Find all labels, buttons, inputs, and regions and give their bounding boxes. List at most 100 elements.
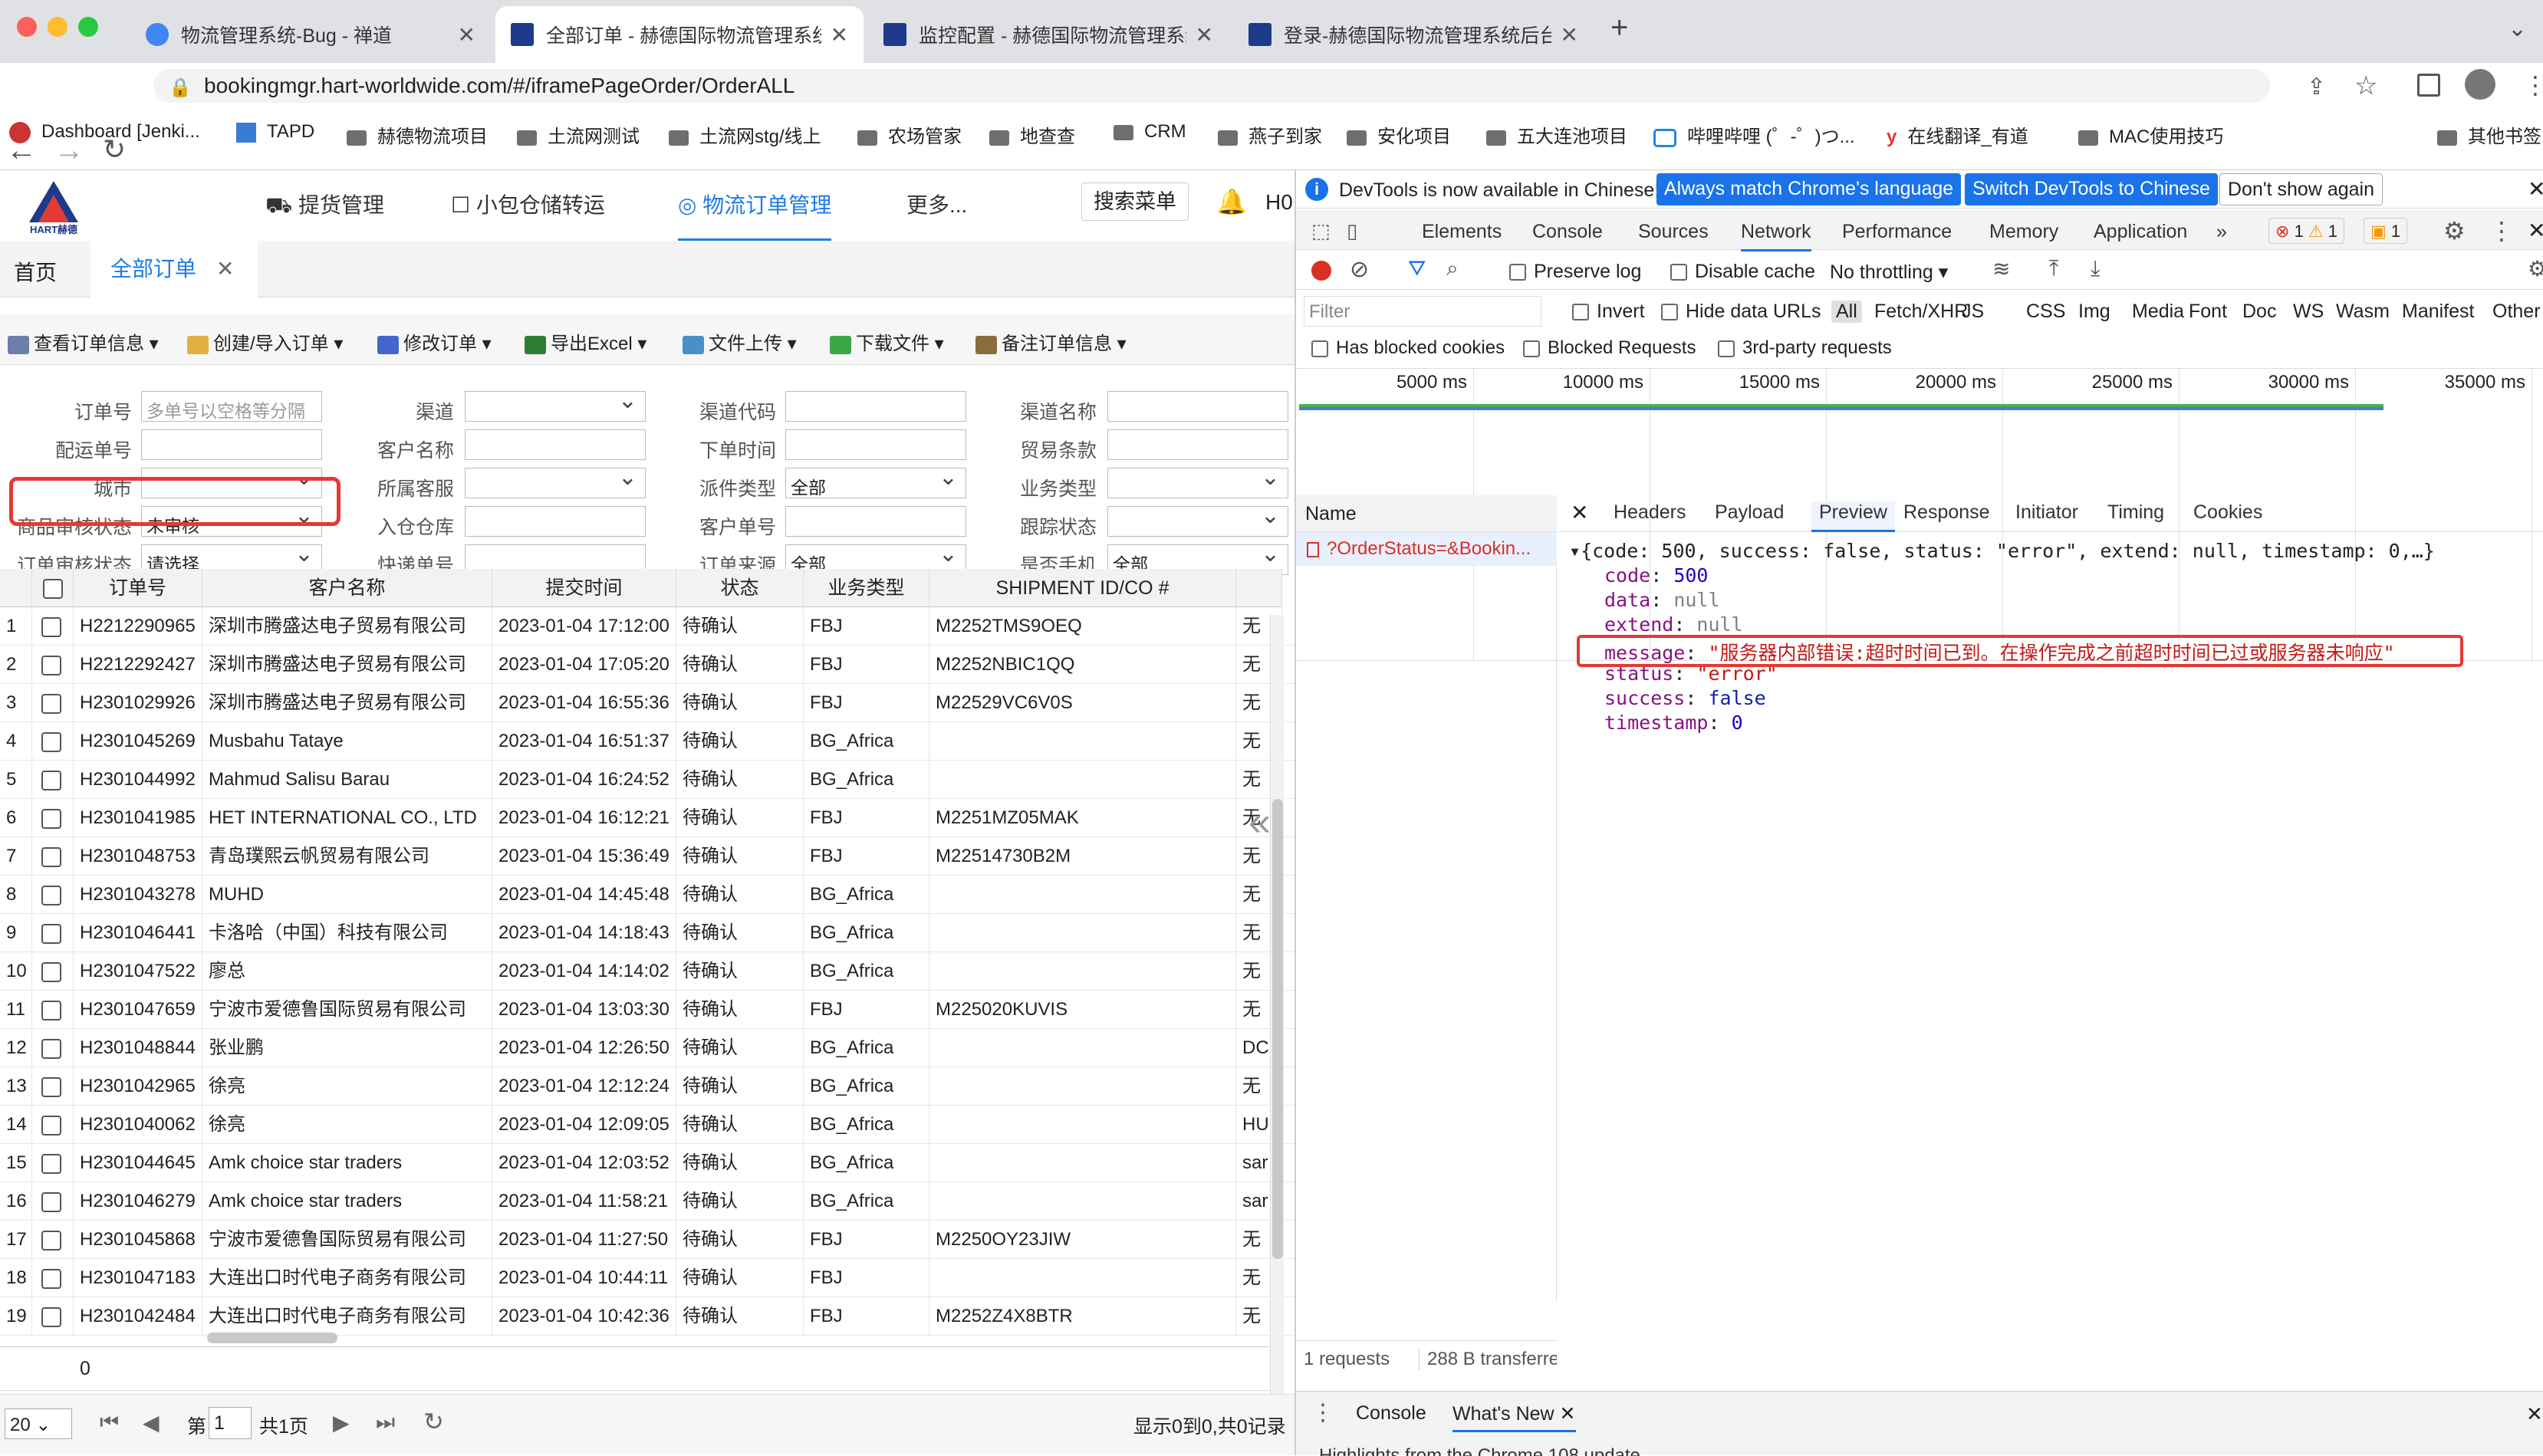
tab-performance[interactable]: Performance [1842, 221, 1952, 243]
bookmark-folder[interactable]: 燕子到家 [1218, 121, 1322, 148]
first-page-icon[interactable]: ⏮ [100, 1410, 119, 1435]
table-row[interactable]: 14 H2301040062 徐亮 2023-01-04 12:09:05 待确认 BG_… [0, 1106, 1295, 1144]
json-summary[interactable]: ▾{code: 500, success: false, status: "er… [1569, 540, 2435, 562]
drawer-tab-console[interactable]: Console [1356, 1402, 1426, 1425]
json-field-extend[interactable]: extend: null [1604, 613, 1743, 636]
bookmark-bilibili[interactable]: 哔哩哔哩 (゜-゜)つ... [1653, 121, 1855, 148]
bookmark-tapd[interactable]: TAPD [236, 121, 314, 143]
json-field-timestamp[interactable]: timestamp: 0 [1604, 712, 1743, 734]
filter-input[interactable] [1107, 506, 1288, 537]
tab-timing[interactable]: Timing [2107, 501, 2164, 524]
view-order-button[interactable]: 查看订单信息 ▾ [8, 328, 159, 355]
expand-triangle-icon[interactable]: ▾ [1569, 540, 1581, 562]
third-party-checkbox[interactable]: 3rd-party requests [1718, 337, 1892, 359]
tab-search-chevron-down-icon[interactable]: ⌄ [2508, 15, 2527, 42]
network-filter-input[interactable]: Filter [1304, 296, 1541, 327]
bookmark-folder[interactable]: 土流网测试 [517, 121, 640, 148]
clear-icon[interactable]: ⊘ [1350, 256, 1369, 283]
table-row[interactable]: 9 H2301046441 卡洛哈（中国）科技有限公司 2023-01-04 14:1… [0, 914, 1295, 952]
bookmark-folder[interactable]: CRM [1114, 121, 1186, 143]
network-conditions-icon[interactable]: ≋ [1992, 256, 2010, 281]
close-drawer-icon[interactable]: ✕ [2526, 1402, 2543, 1426]
settings-gear-icon[interactable]: ⚙ [2443, 216, 2466, 245]
profile-avatar-icon[interactable] [2465, 69, 2495, 100]
side-panel-icon[interactable] [2417, 74, 2440, 97]
filter-input[interactable] [1107, 468, 1288, 498]
checkbox[interactable] [41, 694, 61, 714]
refresh-icon[interactable]: ↻ [423, 1407, 444, 1436]
header-select-all[interactable] [32, 569, 74, 607]
filter-input[interactable]: 多单号以空格等分隔 [141, 391, 322, 422]
table-row[interactable]: 2 H2212292427 深圳市腾盛达电子贸易有限公司 2023-01-04 17:… [0, 646, 1295, 684]
bookmark-jenkins[interactable]: Dashboard [Jenki... [9, 121, 200, 143]
hide-data-urls-checkbox[interactable]: Hide data URLs [1661, 301, 1821, 323]
notification-bell-icon[interactable]: 🔔 [1216, 187, 1247, 216]
maximize-window-icon[interactable] [78, 17, 98, 37]
horizontal-scrollbar[interactable] [207, 1333, 337, 1343]
resource-type-2[interactable]: JS [1962, 301, 1984, 323]
tab-elements[interactable]: Elements [1422, 221, 1502, 243]
close-icon[interactable]: ✕ [2528, 176, 2543, 202]
page-size-select[interactable]: 20 ⌄ [5, 1408, 72, 1439]
checkbox[interactable] [1718, 340, 1735, 357]
table-row[interactable]: 15 H2301044645 Amk choice star traders 2023… [0, 1144, 1295, 1182]
next-page-icon[interactable]: ▶ [333, 1410, 350, 1435]
filter-input[interactable] [465, 429, 646, 460]
search-menu-button[interactable]: 搜索菜单 [1081, 182, 1189, 221]
json-field-code[interactable]: code: 500 [1604, 564, 1708, 587]
tab-headers[interactable]: Headers [1614, 501, 1686, 524]
name-column-header[interactable]: Name [1296, 495, 1557, 532]
drawer-tab-whats-new[interactable]: What's New ✕ [1452, 1402, 1576, 1432]
column-header[interactable]: 提交时间 [492, 569, 676, 607]
filter-input[interactable] [1107, 429, 1288, 460]
browser-tab[interactable]: 物流管理系统-Bug - 禅道 ✕ [130, 6, 491, 63]
user-name[interactable]: H0 [1265, 190, 1293, 215]
table-row[interactable]: 11 H2301047659 宁波市爱德鲁国际贸易有限公司 2023-01-04 13… [0, 991, 1295, 1029]
checkbox[interactable] [41, 1001, 61, 1021]
table-row[interactable]: 8 H2301043278 MUHD 2023-01-04 14:45:48 待确认 BG… [0, 876, 1295, 914]
filter-input[interactable]: 全部 [785, 468, 966, 498]
checkbox[interactable] [1523, 340, 1540, 357]
preserve-log-checkbox[interactable]: Preserve log [1509, 261, 1641, 283]
table-row[interactable]: 16 H2301046279 Amk choice star traders 2023… [0, 1182, 1295, 1221]
inspect-element-icon[interactable]: ⬚ [1311, 219, 1331, 243]
resource-type-9[interactable]: Wasm [2336, 301, 2390, 323]
search-icon[interactable]: ⌕ [1446, 256, 1459, 281]
checkbox[interactable] [1509, 264, 1526, 281]
checkbox[interactable] [41, 732, 61, 752]
collapse-panel-icon[interactable]: « [1248, 799, 1271, 845]
resource-type-7[interactable]: Doc [2242, 301, 2276, 323]
checkbox[interactable] [41, 1269, 61, 1289]
checkbox[interactable] [1311, 340, 1328, 357]
url-bar[interactable]: bookingmgr.hart-worldwide.com/#/iframePa… [153, 69, 2270, 103]
tab-initiator[interactable]: Initiator [2015, 501, 2078, 524]
close-tab-icon[interactable]: ✕ [1196, 22, 1213, 48]
checkbox[interactable] [41, 1154, 61, 1174]
resource-type-4[interactable]: Img [2078, 301, 2110, 323]
column-header[interactable]: 业务类型 [804, 569, 929, 607]
request-row[interactable]: ?OrderStatus=&Bookin... [1296, 532, 1557, 566]
page-number-input[interactable]: 1 [209, 1407, 252, 1439]
checkbox[interactable] [41, 1039, 61, 1059]
column-header[interactable]: 客户名称 [202, 569, 492, 607]
match-language-button[interactable]: Always match Chrome's language [1656, 173, 1962, 205]
invert-checkbox[interactable]: Invert [1572, 301, 1645, 323]
close-icon[interactable]: ✕ [216, 257, 234, 281]
checkbox[interactable] [43, 579, 63, 599]
new-tab-icon[interactable]: + [1610, 11, 1628, 45]
edit-order-button[interactable]: 修改订单 ▾ [377, 328, 492, 355]
menu-more[interactable]: 更多... [906, 189, 967, 219]
throttling-select[interactable]: No throttling ▾ [1830, 261, 1948, 284]
checkbox[interactable] [41, 1077, 61, 1097]
browser-tab[interactable]: 监控配置 - 赫德国际物流管理系统 ✕ [868, 6, 1229, 63]
table-row[interactable]: 19 H2301042484 大连出口时代电子商务有限公司 2023-01-04 10… [0, 1297, 1295, 1336]
vertical-scrollbar[interactable] [1270, 615, 1284, 1443]
close-window-icon[interactable] [17, 17, 37, 37]
resource-type-11[interactable]: Other [2492, 301, 2541, 323]
filter-input[interactable] [465, 391, 646, 422]
checkbox[interactable] [41, 886, 61, 905]
bookmark-folder[interactable]: 农场管家 [857, 121, 962, 148]
json-field-success[interactable]: success: false [1604, 687, 1766, 709]
share-icon[interactable]: ⇪ [2307, 74, 2326, 100]
import-har-icon[interactable]: ⤒ [2049, 256, 2058, 281]
